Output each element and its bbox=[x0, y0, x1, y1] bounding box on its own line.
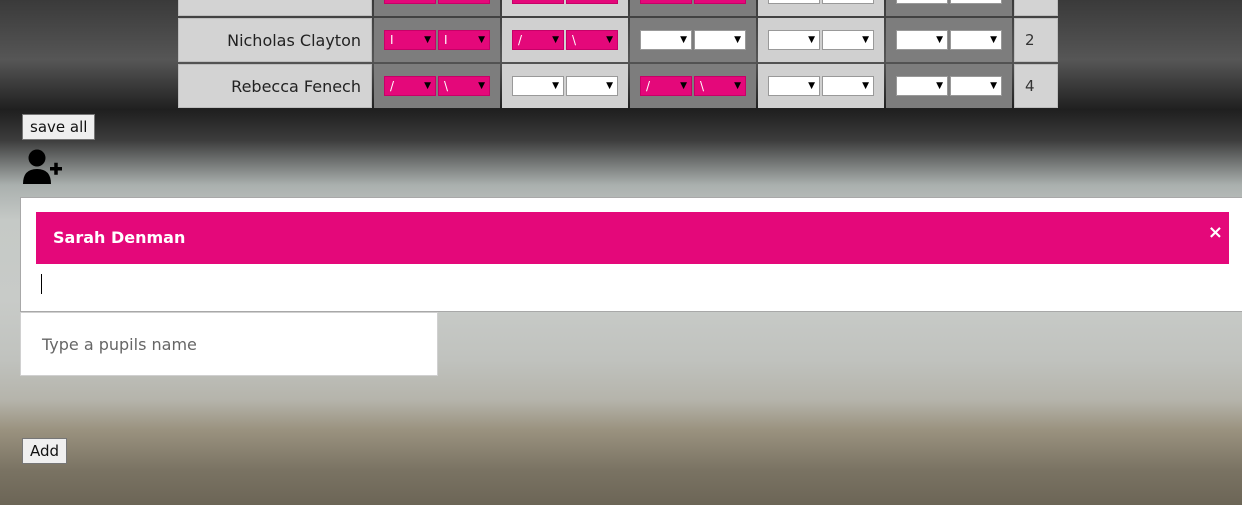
grade-select[interactable]: / ▼ bbox=[640, 76, 692, 97]
chevron-down-icon: ▼ bbox=[552, 35, 559, 46]
grade-select[interactable]: \ ▼ bbox=[566, 30, 618, 51]
grade-select[interactable]: ▼ bbox=[512, 76, 564, 97]
grade-select[interactable]: I ▼ bbox=[438, 30, 490, 51]
grade-cell: / ▼ \ ▼ bbox=[374, 64, 500, 108]
grade-select[interactable]: ▼ bbox=[768, 76, 820, 97]
grade-cell: ▼▼ bbox=[630, 18, 756, 62]
grade-select-value: / bbox=[518, 33, 523, 48]
grade-select[interactable]: ▼ bbox=[512, 0, 564, 5]
save-all-button[interactable]: save all bbox=[22, 114, 96, 140]
grade-select[interactable]: ▼ bbox=[896, 0, 948, 5]
grade-cell: ▼▼ bbox=[886, 0, 1012, 16]
grade-select-value: / bbox=[390, 79, 395, 94]
grades-table-body: ▼▼▼▼▼▼▼▼▼▼Nicholas ClaytonI▼I▼/▼\▼▼▼▼▼▼▼… bbox=[178, 0, 1058, 108]
chevron-down-icon: ▼ bbox=[680, 81, 687, 92]
grade-select[interactable]: ▼ bbox=[384, 0, 436, 5]
grade-cell: ▼▼ bbox=[502, 0, 628, 16]
chevron-down-icon: ▼ bbox=[990, 35, 997, 46]
grade-cell: ▼▼ bbox=[502, 64, 628, 108]
chevron-down-icon: ▼ bbox=[936, 35, 943, 46]
grade-select[interactable]: ▼ bbox=[950, 30, 1002, 51]
grade-select[interactable]: ▼ bbox=[438, 0, 490, 5]
close-icon[interactable]: × bbox=[1208, 222, 1223, 243]
chevron-down-icon: ▼ bbox=[606, 35, 613, 46]
grade-cell: ▼▼ bbox=[886, 64, 1012, 108]
pupil-name-cell: Nicholas Clayton bbox=[178, 18, 372, 62]
grades-table: ▼▼▼▼▼▼▼▼▼▼Nicholas ClaytonI▼I▼/▼\▼▼▼▼▼▼▼… bbox=[176, 0, 1060, 110]
grade-select-value: / bbox=[646, 79, 651, 94]
chevron-down-icon: ▼ bbox=[424, 35, 431, 46]
grade-select[interactable]: I ▼ bbox=[384, 30, 436, 51]
pupil-name-cell: Rebecca Fenech bbox=[178, 64, 372, 108]
grade-select[interactable]: / ▼ bbox=[512, 30, 564, 51]
grade-select[interactable]: ▼ bbox=[566, 0, 618, 5]
grade-cell: ▼▼ bbox=[886, 18, 1012, 62]
add-user-icon[interactable] bbox=[22, 148, 66, 186]
chevron-down-icon: ▼ bbox=[862, 81, 869, 92]
text-cursor bbox=[41, 274, 42, 294]
grade-select[interactable]: ▼ bbox=[640, 30, 692, 51]
grade-cell: ▼▼ bbox=[758, 18, 884, 62]
grade-select[interactable]: ▼ bbox=[896, 76, 948, 97]
chevron-down-icon: ▼ bbox=[990, 81, 997, 92]
chevron-down-icon: ▼ bbox=[478, 35, 485, 46]
chevron-down-icon: ▼ bbox=[936, 81, 943, 92]
chevron-down-icon: ▼ bbox=[606, 81, 613, 92]
grade-select-value: I bbox=[444, 33, 448, 48]
grade-cell: / ▼ \ ▼ bbox=[502, 18, 628, 62]
grade-select[interactable]: ▼ bbox=[822, 30, 874, 51]
suggestion-hint: Type a pupils name bbox=[42, 335, 197, 354]
grade-select[interactable]: ▼ bbox=[822, 76, 874, 97]
grade-select[interactable]: ▼ bbox=[768, 30, 820, 51]
grade-select-value: \ bbox=[572, 33, 577, 48]
grade-cell: ▼▼ bbox=[758, 64, 884, 108]
add-button[interactable]: Add bbox=[22, 438, 68, 464]
chevron-down-icon: ▼ bbox=[862, 35, 869, 46]
grade-select[interactable]: ▼ bbox=[950, 0, 1002, 5]
grade-select[interactable]: ▼ bbox=[896, 30, 948, 51]
chevron-down-icon: ▼ bbox=[552, 81, 559, 92]
grade-cell: I ▼ I ▼ bbox=[374, 18, 500, 62]
chevron-down-icon: ▼ bbox=[680, 35, 687, 46]
chevron-down-icon: ▼ bbox=[424, 81, 431, 92]
grade-select[interactable]: ▼ bbox=[950, 76, 1002, 97]
pupil-tag-input[interactable]: Sarah Denman × bbox=[20, 197, 1242, 312]
chevron-down-icon: ▼ bbox=[734, 81, 741, 92]
grade-select[interactable]: / ▼ bbox=[384, 76, 436, 97]
grade-select[interactable]: ▼ bbox=[640, 0, 692, 5]
table-row: ▼▼▼▼▼▼▼▼▼▼ bbox=[178, 0, 1058, 16]
chevron-down-icon: ▼ bbox=[808, 81, 815, 92]
grade-select-value: \ bbox=[444, 79, 449, 94]
pupil-name-cell bbox=[178, 0, 372, 16]
grade-cell: ▼▼ bbox=[630, 0, 756, 16]
table-row: Nicholas Clayton I ▼ I ▼ / ▼ \ ▼ ▼ ▼ ▼ ▼ ▼ ▼ 2 bbox=[178, 18, 1058, 62]
pupil-chip-label: Sarah Denman bbox=[53, 228, 186, 247]
grade-select[interactable]: \ ▼ bbox=[694, 76, 746, 97]
grade-select[interactable]: ▼ bbox=[566, 76, 618, 97]
grade-select[interactable]: ▼ bbox=[768, 0, 820, 5]
grade-select-value: I bbox=[390, 33, 394, 48]
chevron-down-icon: ▼ bbox=[808, 35, 815, 46]
pupil-suggestion-dropdown: Type a pupils name bbox=[20, 312, 438, 376]
score-cell: 4 bbox=[1014, 64, 1058, 108]
score-cell: 2 bbox=[1014, 18, 1058, 62]
table-row: Rebecca Fenech / ▼ \ ▼ ▼ ▼ / ▼ \ ▼ ▼ ▼ ▼ ▼ 4 bbox=[178, 64, 1058, 108]
grade-select[interactable]: ▼ bbox=[822, 0, 874, 5]
chevron-down-icon: ▼ bbox=[478, 81, 485, 92]
grade-select[interactable]: \ ▼ bbox=[438, 76, 490, 97]
grade-select[interactable]: ▼ bbox=[694, 30, 746, 51]
chevron-down-icon: ▼ bbox=[734, 35, 741, 46]
grade-cell: ▼▼ bbox=[758, 0, 884, 16]
grade-select[interactable]: ▼ bbox=[694, 0, 746, 5]
pupil-chip: Sarah Denman × bbox=[36, 212, 1229, 264]
score-cell bbox=[1014, 0, 1058, 16]
grade-select-value: \ bbox=[700, 79, 705, 94]
grade-cell: ▼▼ bbox=[374, 0, 500, 16]
grade-cell: / ▼ \ ▼ bbox=[630, 64, 756, 108]
